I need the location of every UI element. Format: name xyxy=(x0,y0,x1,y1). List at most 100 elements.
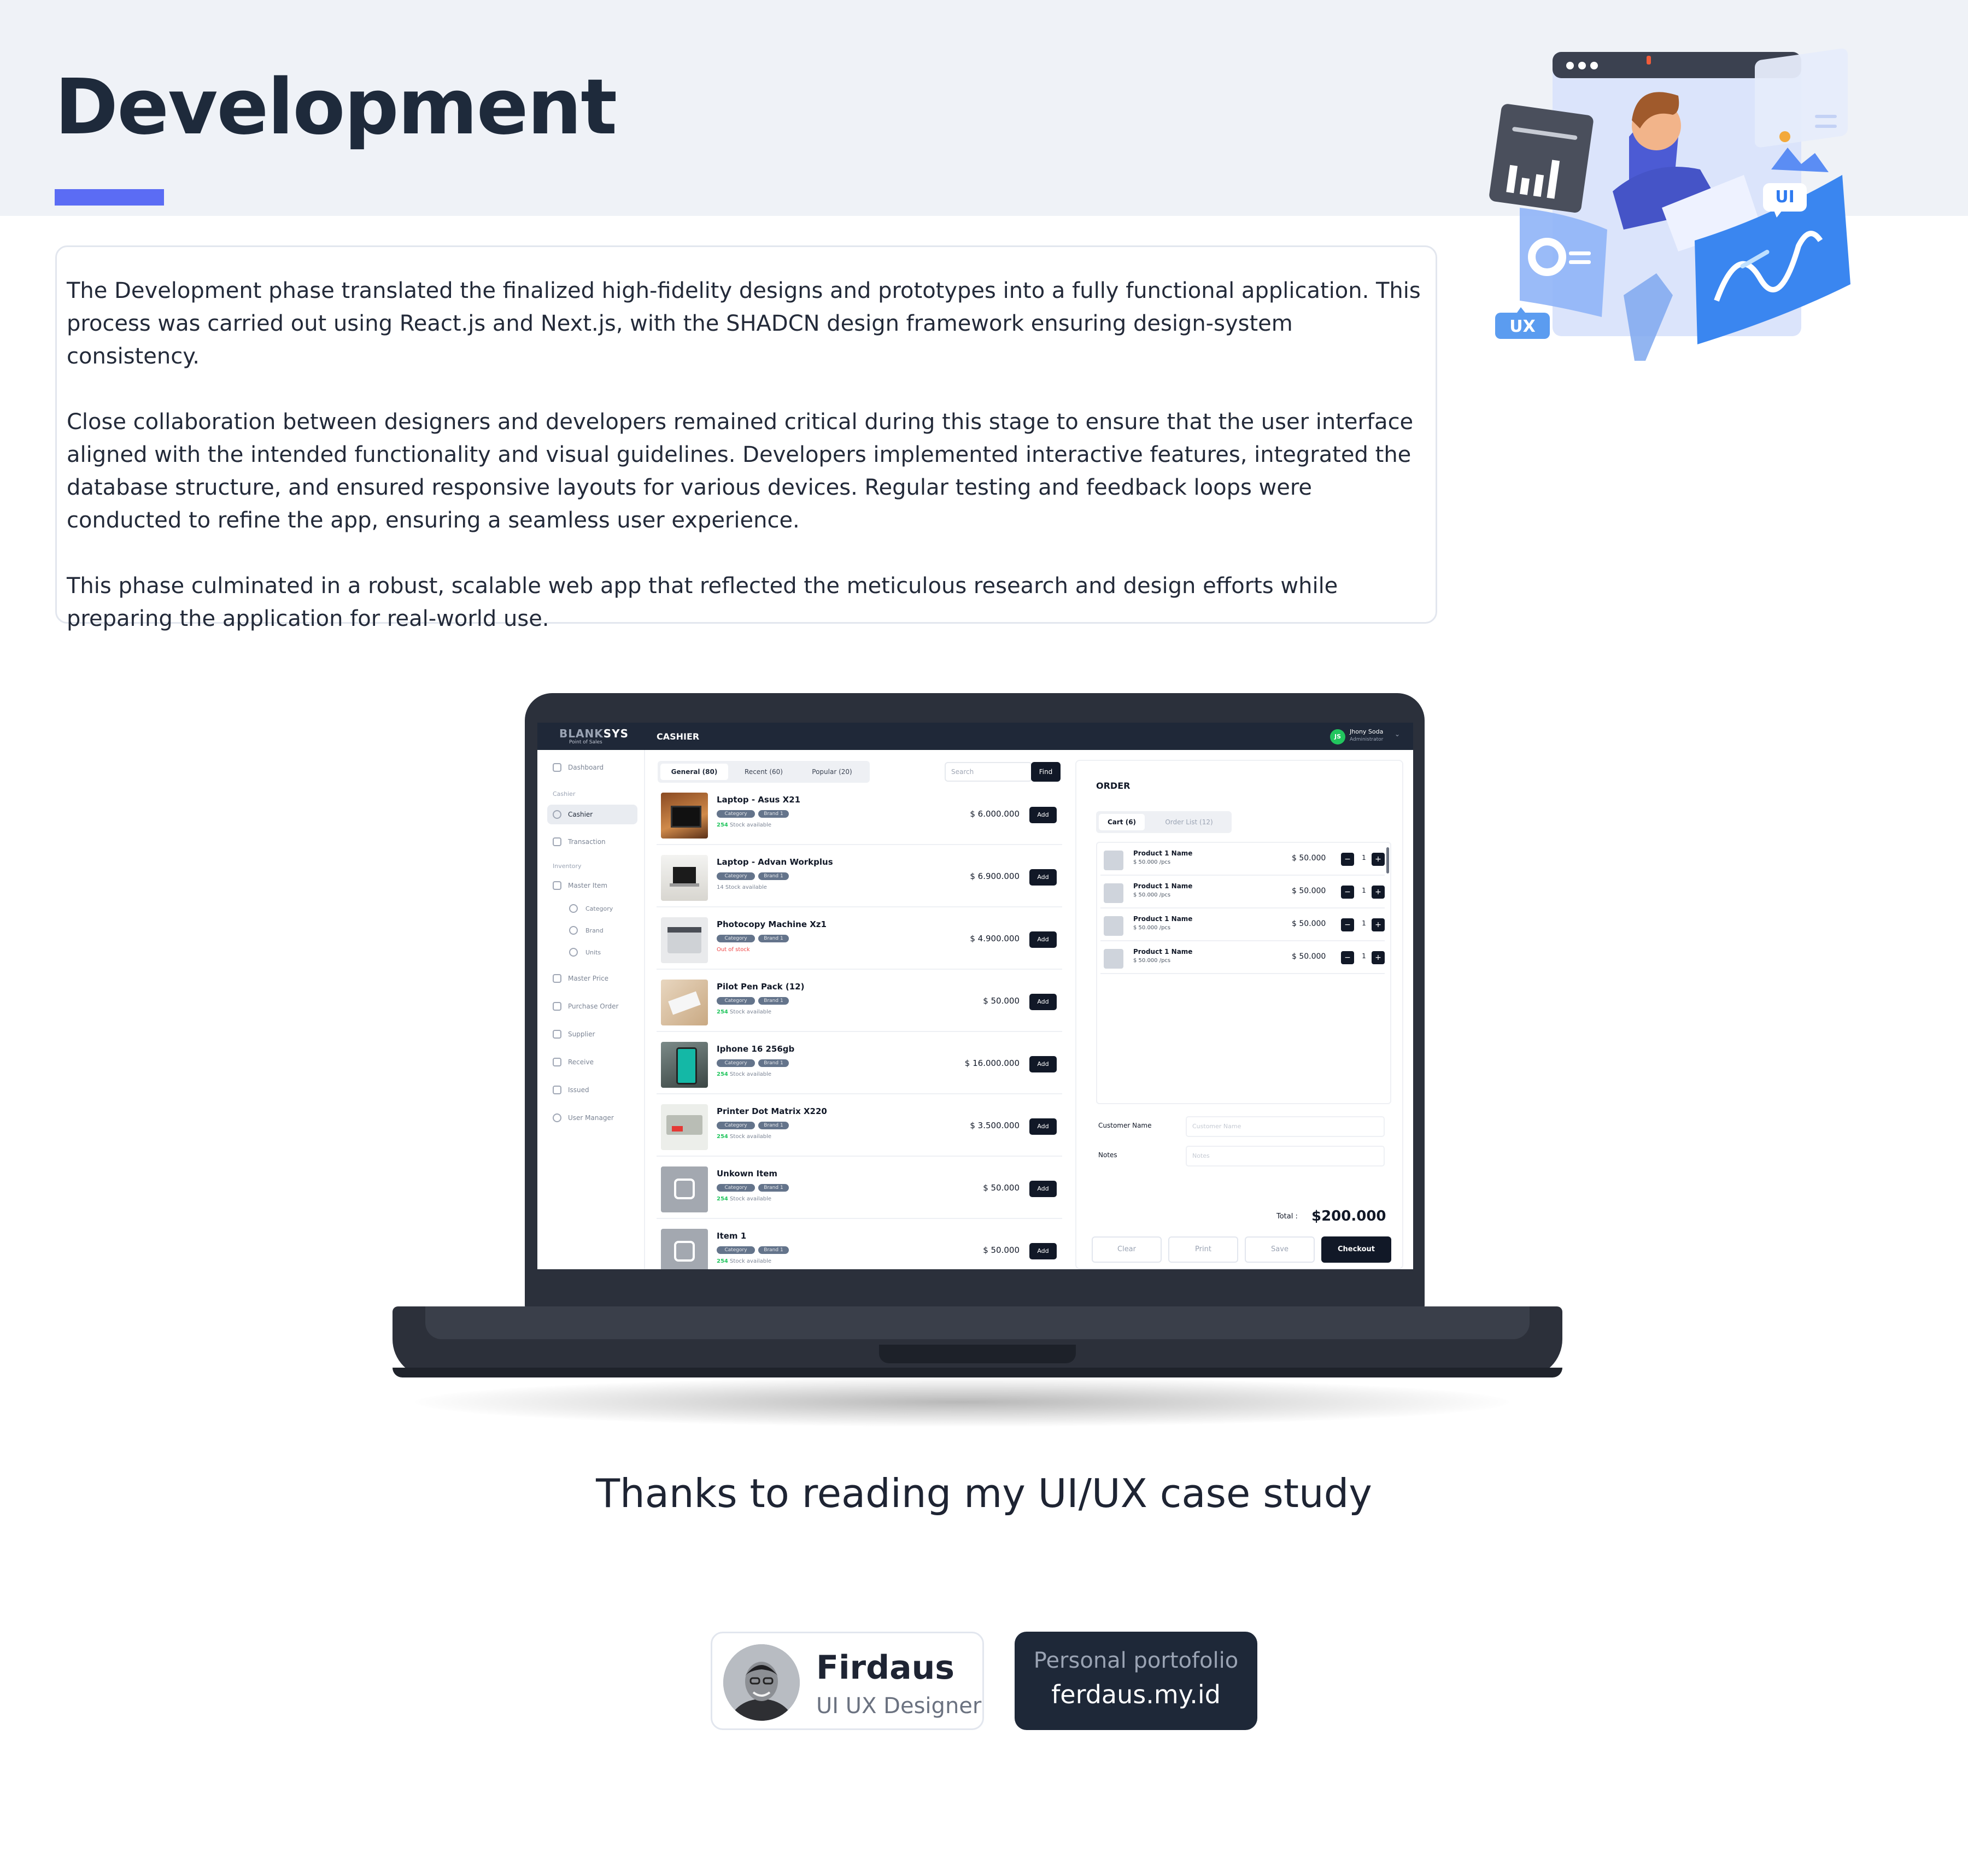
cart-item-unit-price: $ 50.000 /pcs xyxy=(1133,892,1171,898)
image-placeholder-icon xyxy=(1104,883,1123,903)
transaction-icon xyxy=(553,837,561,846)
cart-item-name: Product 1 Name xyxy=(1133,948,1193,955)
decrease-qty-button[interactable]: − xyxy=(1341,886,1354,899)
stock-status: 254 Stock available xyxy=(717,822,772,828)
product-image xyxy=(661,980,708,1025)
product-name: Laptop - Asus X21 xyxy=(717,795,801,805)
cart-item-name: Product 1 Name xyxy=(1133,915,1193,923)
print-button[interactable]: Print xyxy=(1168,1236,1238,1263)
add-button[interactable]: Add xyxy=(1029,1118,1057,1135)
product-row[interactable]: Item 1 Category Brand 1 254 Stock availa… xyxy=(657,1223,1062,1269)
product-row[interactable]: Unkown Item Category Brand 1 254 Stock a… xyxy=(657,1161,1062,1219)
product-name: Item 1 xyxy=(717,1231,747,1241)
increase-qty-button[interactable]: + xyxy=(1372,951,1385,964)
receive-icon xyxy=(553,1058,561,1066)
sidebar-item-purchase-order[interactable]: Purchase Order xyxy=(547,996,637,1016)
total-value: $200.000 xyxy=(1311,1208,1386,1224)
sidebar-item-units[interactable]: Units xyxy=(569,948,601,957)
product-name: Photocopy Machine Xz1 xyxy=(717,919,827,929)
stock-status: Out of stock xyxy=(717,947,750,953)
cart-item-unit-price: $ 50.000 /pcs xyxy=(1133,859,1171,865)
sidebar-item-user-manager[interactable]: User Manager xyxy=(547,1108,637,1128)
brand-badge: Brand 1 xyxy=(758,1059,789,1067)
tab-recent[interactable]: Recent (60) xyxy=(732,764,795,780)
laptop-screen: BLANKSYS Point of Sales CASHIER JS Jhony… xyxy=(537,723,1413,1269)
add-button[interactable]: Add xyxy=(1029,1181,1057,1197)
supplier-icon xyxy=(553,1030,561,1039)
product-tabs: General (80) Recent (60) Popular (20) xyxy=(658,761,870,783)
user-icon xyxy=(553,1113,561,1122)
sidebar-item-cashier[interactable]: Cashier xyxy=(547,805,637,824)
cart-item-price: $ 50.000 xyxy=(1292,952,1326,961)
home-icon xyxy=(553,763,561,772)
product-row[interactable]: Pilot Pen Pack (12) Category Brand 1 254… xyxy=(657,974,1062,1032)
tab-popular[interactable]: Popular (20) xyxy=(799,764,865,780)
user-name[interactable]: Jhony Soda xyxy=(1350,728,1383,735)
add-button[interactable]: Add xyxy=(1029,869,1057,886)
product-row[interactable]: Laptop - Advan Workplus Category Brand 1… xyxy=(657,849,1062,907)
add-button[interactable]: Add xyxy=(1029,994,1057,1010)
find-button[interactable]: Find xyxy=(1031,762,1061,782)
increase-qty-button[interactable]: + xyxy=(1372,853,1385,866)
notes-label: Notes xyxy=(1098,1151,1117,1159)
product-row[interactable]: Iphone 16 256gb Category Brand 1 254 Sto… xyxy=(657,1036,1062,1094)
notes-input[interactable]: Notes xyxy=(1186,1146,1385,1166)
title-accent-bar xyxy=(55,189,164,206)
tab-general[interactable]: General (80) xyxy=(660,764,728,780)
product-name: Unkown Item xyxy=(717,1169,778,1179)
laptop-foot xyxy=(393,1368,1562,1377)
product-price: $ 4.900.000 xyxy=(970,934,1020,943)
search-input[interactable]: Search xyxy=(945,762,1032,782)
brand-badge: Brand 1 xyxy=(758,1184,789,1192)
decrease-qty-button[interactable]: − xyxy=(1341,853,1354,866)
clear-button[interactable]: Clear xyxy=(1092,1236,1162,1263)
decrease-qty-button[interactable]: − xyxy=(1341,951,1354,964)
image-placeholder-icon xyxy=(1104,916,1123,936)
sidebar-item-category[interactable]: Category xyxy=(569,904,613,913)
circle-icon xyxy=(569,926,578,935)
portfolio-card[interactable]: Personal portofolio ferdaus.my.id xyxy=(1015,1632,1257,1730)
category-badge: Category xyxy=(717,1122,755,1129)
sidebar-item-master-item[interactable]: Master Item xyxy=(547,876,637,895)
ux-badge-label: UX xyxy=(1509,317,1536,336)
sidebar-item-transaction[interactable]: Transaction xyxy=(547,832,637,852)
product-price: $ 6.000.000 xyxy=(970,809,1020,819)
user-avatar[interactable]: JS xyxy=(1330,729,1345,744)
decrease-qty-button[interactable]: − xyxy=(1341,918,1354,931)
portfolio-link[interactable]: ferdaus.my.id xyxy=(1015,1680,1257,1709)
price-tag-icon xyxy=(553,974,561,983)
chevron-down-icon[interactable]: ⌄ xyxy=(1395,730,1400,738)
sidebar-item-issued[interactable]: Issued xyxy=(547,1080,637,1100)
bar-chart-icon xyxy=(1489,104,1594,213)
sidebar-item-brand[interactable]: Brand xyxy=(569,926,604,935)
add-button[interactable]: Add xyxy=(1029,1243,1057,1259)
add-button[interactable]: Add xyxy=(1029,1056,1057,1072)
issued-icon xyxy=(553,1086,561,1094)
brand-badge: Brand 1 xyxy=(758,1246,789,1254)
image-placeholder-icon xyxy=(661,1166,708,1212)
product-row[interactable]: Photocopy Machine Xz1 Category Brand 1 O… xyxy=(657,912,1062,970)
tab-order-list[interactable]: Order List (12) xyxy=(1151,814,1227,830)
sidebar-item-supplier[interactable]: Supplier xyxy=(547,1024,637,1044)
circle-icon xyxy=(569,904,578,913)
cart-item-qty: 1 xyxy=(1362,854,1366,861)
app-logo-subtitle: Point of Sales xyxy=(569,740,602,745)
product-row[interactable]: Laptop - Asus X21 Category Brand 1 254 S… xyxy=(657,787,1062,845)
add-button[interactable]: Add xyxy=(1029,807,1057,823)
brand-badge: Brand 1 xyxy=(758,1122,789,1129)
sidebar-item-master-price[interactable]: Master Price xyxy=(547,969,637,988)
increase-qty-button[interactable]: + xyxy=(1372,918,1385,931)
sidebar-item-dashboard[interactable]: Dashboard xyxy=(547,758,637,777)
increase-qty-button[interactable]: + xyxy=(1372,886,1385,899)
sidebar-item-receive[interactable]: Receive xyxy=(547,1052,637,1072)
ui-badge-label: UI xyxy=(1775,187,1795,207)
database-icon xyxy=(553,881,561,890)
save-button[interactable]: Save xyxy=(1245,1236,1315,1263)
customer-name-input[interactable]: Customer Name xyxy=(1186,1116,1385,1137)
cart-item-price: $ 50.000 xyxy=(1292,854,1326,863)
add-button[interactable]: Add xyxy=(1029,931,1057,948)
product-row[interactable]: Printer Dot Matrix X220 Category Brand 1… xyxy=(657,1099,1062,1157)
scrollbar[interactable] xyxy=(1386,847,1389,873)
tab-cart[interactable]: Cart (6) xyxy=(1099,814,1145,830)
checkout-button[interactable]: Checkout xyxy=(1321,1236,1391,1263)
